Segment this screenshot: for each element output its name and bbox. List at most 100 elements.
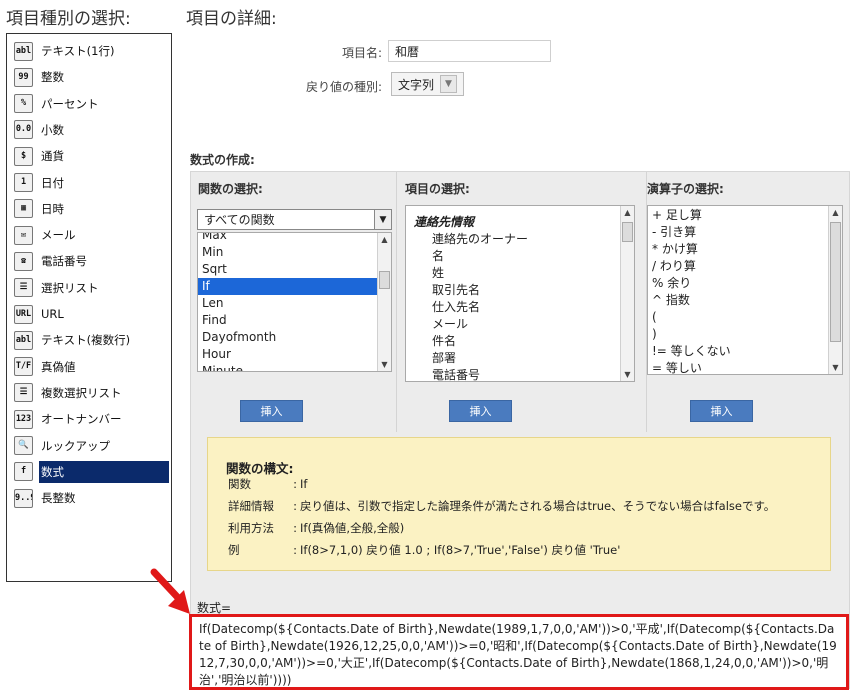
field-type-label: 複数選択リスト (41, 385, 122, 400)
field-type-item[interactable]: f 数式 (11, 460, 169, 484)
function-list-item[interactable]: Hour (198, 346, 377, 363)
insert-operator-button[interactable]: 挿入 (690, 400, 753, 422)
scroll-thumb[interactable] (379, 271, 390, 289)
insert-field-button[interactable]: 挿入 (449, 400, 512, 422)
operator-list-item[interactable]: ^ 指数 (648, 292, 828, 309)
insert-function-button[interactable]: 挿入 (240, 400, 303, 422)
operator-list-item[interactable]: - 引き算 (648, 224, 828, 241)
field-type-item[interactable]: 9..9 長整数 (11, 486, 169, 510)
operator-list-item[interactable]: + 足し算 (648, 207, 828, 224)
field-type-item[interactable]: ☎ 電話番号 (11, 249, 169, 273)
field-type-list: abl テキスト(1行) 99 整数 % パーセント 0.0 小数 $ 通貨 1 日付 ▦ 日時 ✉ メール ☎… (6, 33, 172, 582)
scroll-thumb[interactable] (830, 222, 841, 342)
field-details-heading: 項目の詳細: (186, 9, 277, 29)
field-type-label: 日付 (41, 175, 64, 190)
field-list-item[interactable]: 件名 (406, 333, 620, 350)
field-list-item[interactable]: メール (406, 316, 620, 333)
scroll-up-icon[interactable]: ▲ (829, 206, 842, 219)
formula-textarea[interactable]: If(Datecomp(${Contacts.Date of Birth},Ne… (189, 614, 849, 690)
field-type-label: URL (41, 307, 64, 321)
syntax-value: 戻り値は、引数で指定した論理条件が満たされる場合はtrue、そうでない場合はfa… (300, 499, 776, 513)
integer-icon: 99 (14, 67, 33, 87)
function-list-item[interactable]: Max (198, 233, 377, 244)
scroll-up-icon[interactable]: ▲ (621, 206, 634, 219)
function-list-item[interactable]: Sqrt (198, 261, 377, 278)
operator-list-item[interactable]: = 等しい (648, 360, 828, 374)
autonumber-icon: 123 (14, 409, 33, 429)
field-type-item[interactable]: % パーセント (11, 92, 169, 116)
scroll-up-icon[interactable]: ▲ (378, 233, 391, 246)
field-type-item[interactable]: 1 日付 (11, 171, 169, 195)
field-type-label: 通貨 (41, 149, 64, 164)
url-icon: URL (14, 304, 33, 324)
field-type-label: ルックアップ (41, 438, 110, 453)
function-list-scrollbar[interactable]: ▲ ▼ (377, 233, 391, 371)
field-type-item[interactable]: ☰ 選択リスト (11, 276, 169, 300)
function-list[interactable]: Max Min Sqrt If Len Find Dayofmonth Hour Minute … (197, 232, 392, 372)
function-list-item[interactable]: Min (198, 244, 377, 261)
field-type-label: テキスト(1行) (41, 44, 115, 58)
field-list-item[interactable]: 取引先名 (406, 282, 620, 299)
field-list-item[interactable]: 仕入先名 (406, 299, 620, 316)
field-type-label: オートナンバー (41, 412, 122, 427)
syntax-separator: : (293, 543, 297, 557)
field-type-item[interactable]: abl テキスト(1行) (11, 39, 169, 63)
field-list-item[interactable]: 姓 (406, 265, 620, 282)
multi-picklist-icon: ☰ (14, 383, 33, 403)
scroll-down-icon[interactable]: ▼ (621, 368, 634, 381)
field-type-item[interactable]: $ 通貨 (11, 144, 169, 168)
syntax-key: 関数 (228, 477, 251, 491)
field-type-item[interactable]: 0.0 小数 (11, 118, 169, 142)
chevron-down-icon: ▼ (374, 210, 391, 229)
field-list[interactable]: 連絡先情報 連絡先のオーナー名姓取引先名 仕入先名 メール 件名 部署 電話番号 ▲ ▼ (405, 205, 635, 382)
field-type-item[interactable]: ✉ メール (11, 223, 169, 247)
annotation-arrow-icon (150, 568, 190, 614)
field-list-scrollbar[interactable]: ▲ ▼ (620, 206, 634, 381)
email-icon: ✉ (14, 225, 33, 245)
operator-list-item[interactable]: ( (648, 309, 828, 326)
syntax-row: 利用方法: If(真偽値,全般,全般) (228, 517, 820, 539)
column-divider (396, 172, 397, 432)
chevron-down-icon: ▼ (440, 75, 458, 93)
function-list-item[interactable]: Find (198, 312, 377, 329)
operator-list-item[interactable]: ) (648, 326, 828, 343)
field-type-item[interactable]: 99 整数 (11, 65, 169, 89)
field-list-item[interactable]: 部署 (406, 350, 620, 367)
function-list-item[interactable]: If (198, 278, 377, 295)
percent-icon: % (14, 94, 33, 114)
formula-builder-title: 数式の作成: (190, 153, 255, 167)
function-filter-select[interactable]: すべての関数 ▼ (197, 209, 392, 230)
function-list-item[interactable]: Len (198, 295, 377, 312)
operator-list-item[interactable]: % 余り (648, 275, 828, 292)
return-type-select[interactable]: 文字列 ▼ (391, 72, 464, 96)
scroll-down-icon[interactable]: ▼ (829, 361, 842, 374)
function-list-item[interactable]: Dayofmonth (198, 329, 377, 346)
operator-list-item[interactable]: != 等しくない (648, 343, 828, 360)
field-type-label: 数式 (39, 460, 169, 483)
field-type-item[interactable]: 123 オートナンバー (11, 407, 169, 431)
field-type-label: 選択リスト (41, 280, 99, 295)
field-list-item[interactable]: 連絡先のオーナー (406, 231, 620, 248)
boolean-icon: T/F (14, 357, 33, 377)
field-type-item[interactable]: 🔍 ルックアップ (11, 434, 169, 458)
function-list-item[interactable]: Minute (198, 363, 377, 371)
field-type-item[interactable]: ▦ 日時 (11, 197, 169, 221)
field-list-item[interactable]: 名 (406, 248, 620, 265)
operator-list-item[interactable]: * かけ算 (648, 241, 828, 258)
field-name-input[interactable]: 和暦 (388, 40, 551, 62)
field-list-item[interactable]: 電話番号 (406, 367, 620, 381)
field-type-item[interactable]: abl テキスト(複数行) (11, 328, 169, 352)
syntax-key: 例 (228, 543, 240, 557)
field-type-heading: 項目種別の選択: (6, 9, 131, 29)
operator-list-item[interactable]: / わり算 (648, 258, 828, 275)
field-type-item[interactable]: ☰ 複数選択リスト (11, 381, 169, 405)
formula-builder: 関数の選択: すべての関数 ▼ Max Min Sqrt If Len Find Dayof… (190, 171, 850, 689)
scroll-down-icon[interactable]: ▼ (378, 358, 391, 371)
scroll-thumb[interactable] (622, 222, 633, 242)
date-icon: 1 (14, 173, 33, 192)
field-type-item[interactable]: URL URL (11, 302, 169, 326)
syntax-separator: : (293, 521, 297, 535)
field-type-item[interactable]: T/F 真偽値 (11, 355, 169, 379)
operator-list-scrollbar[interactable]: ▲ ▼ (828, 206, 842, 374)
operator-list[interactable]: + 足し算 - 引き算 * かけ算 / わり算% 余り ^ 指数() != 等しくない = … (647, 205, 843, 375)
